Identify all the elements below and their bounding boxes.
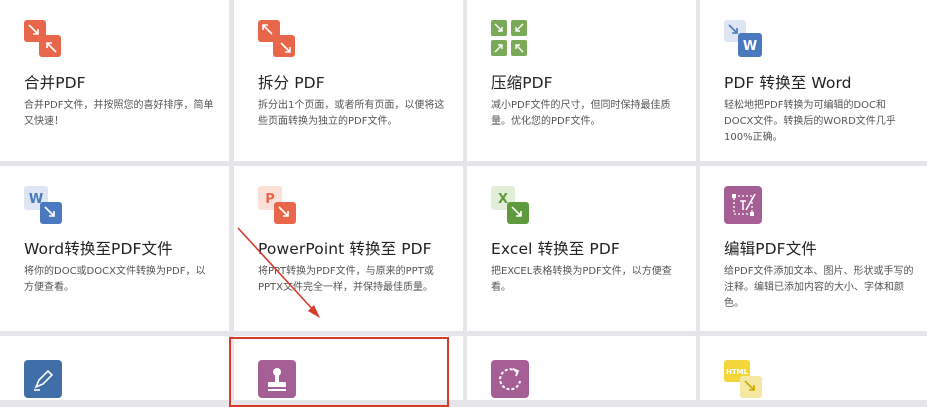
split-pdf-icon bbox=[258, 20, 295, 57]
tool-card-word-to-pdf[interactable]: W Word转换至PDF文件 将你的DOC或DOCX文件转换为PDF，以方便查看… bbox=[0, 166, 229, 331]
tool-description: 把EXCEL表格转换为PDF文件，以方便查看。 bbox=[491, 266, 672, 293]
tool-title: PowerPoint 转换至 PDF bbox=[258, 240, 432, 258]
tool-title: 编辑PDF文件 bbox=[724, 240, 817, 258]
svg-text:HTML: HTML bbox=[726, 368, 749, 376]
tool-card-rotate-pdf[interactable] bbox=[467, 336, 696, 400]
tool-card-compress-pdf[interactable]: 压缩PDF 减小PDF文件的尺寸，但同时保持最佳质量。优化您的PDF文件。 bbox=[467, 0, 696, 161]
merge-pdf-icon bbox=[24, 20, 61, 57]
sign-pdf-icon bbox=[24, 360, 62, 398]
tool-title: 拆分 PDF bbox=[258, 74, 325, 92]
html-to-pdf-icon: HTML bbox=[724, 360, 762, 398]
tool-description: 将PPT转换为PDF文件，与原来的PPT或PPTX文件完全一样，并保持最佳质量。 bbox=[258, 266, 434, 293]
tool-description: 轻松地把PDF转换为可编辑的DOC和DOCX文件。转换后的WORD文件几乎100… bbox=[724, 100, 896, 143]
svg-text:P: P bbox=[265, 192, 275, 207]
tools-grid: 合并PDF 合并PDF文件，并按照您的喜好排序，简单又快速！ 拆分 PDF 拆分… bbox=[0, 0, 927, 400]
tool-title: Word转换至PDF文件 bbox=[24, 240, 173, 258]
tool-title: Excel 转换至 PDF bbox=[491, 240, 620, 258]
tool-card-powerpoint-to-pdf[interactable]: P PowerPoint 转换至 PDF 将PPT转换为PDF文件，与原来的PP… bbox=[234, 166, 463, 331]
tool-card-excel-to-pdf[interactable]: X Excel 转换至 PDF 把EXCEL表格转换为PDF文件，以方便查看。 bbox=[467, 166, 696, 331]
excel-to-pdf-icon: X bbox=[491, 186, 529, 224]
svg-text:W: W bbox=[743, 39, 757, 54]
stamp-pdf-icon bbox=[258, 360, 296, 398]
tool-description: 将你的DOC或DOCX文件转换为PDF，以方便查看。 bbox=[24, 266, 206, 293]
tool-title: 合并PDF bbox=[24, 74, 86, 92]
tool-description: 给PDF文件添加文本、图片、形状或手写的注释。编辑已添加内容的大小、字体和颜色。 bbox=[724, 266, 914, 309]
tool-title: 压缩PDF bbox=[491, 74, 553, 92]
tool-card-pdf-to-word[interactable]: W PDF 转换至 Word 轻松地把PDF转换为可编辑的DOC和DOCX文件。… bbox=[700, 0, 927, 161]
tool-card-html-to-pdf[interactable]: HTML bbox=[700, 336, 927, 400]
edit-pdf-icon bbox=[724, 186, 762, 224]
tool-card-edit-pdf[interactable]: 编辑PDF文件 给PDF文件添加文本、图片、形状或手写的注释。编辑已添加内容的大… bbox=[700, 166, 927, 331]
compress-pdf-icon bbox=[491, 20, 527, 56]
tool-card-merge-pdf[interactable]: 合并PDF 合并PDF文件，并按照您的喜好排序，简单又快速！ bbox=[0, 0, 229, 161]
tool-card-sign-pdf[interactable] bbox=[0, 336, 229, 400]
pdf-to-word-icon: W bbox=[724, 20, 762, 57]
tool-card-stamp-pdf[interactable] bbox=[234, 336, 463, 400]
word-to-pdf-icon: W bbox=[24, 186, 62, 224]
tool-description: 合并PDF文件，并按照您的喜好排序，简单又快速！ bbox=[24, 100, 214, 127]
tool-description: 减小PDF文件的尺寸，但同时保持最佳质量。优化您的PDF文件。 bbox=[491, 100, 671, 127]
tool-card-split-pdf[interactable]: 拆分 PDF 拆分出1个页面，或者所有页面，以便将这些页面转换为独立的PDF文件… bbox=[234, 0, 463, 161]
svg-text:X: X bbox=[498, 192, 508, 207]
rotate-pdf-icon bbox=[491, 360, 529, 398]
tool-description: 拆分出1个页面，或者所有页面，以便将这些页面转换为独立的PDF文件。 bbox=[258, 100, 445, 127]
powerpoint-to-pdf-icon: P bbox=[258, 186, 296, 224]
tool-title: PDF 转换至 Word bbox=[724, 74, 852, 92]
